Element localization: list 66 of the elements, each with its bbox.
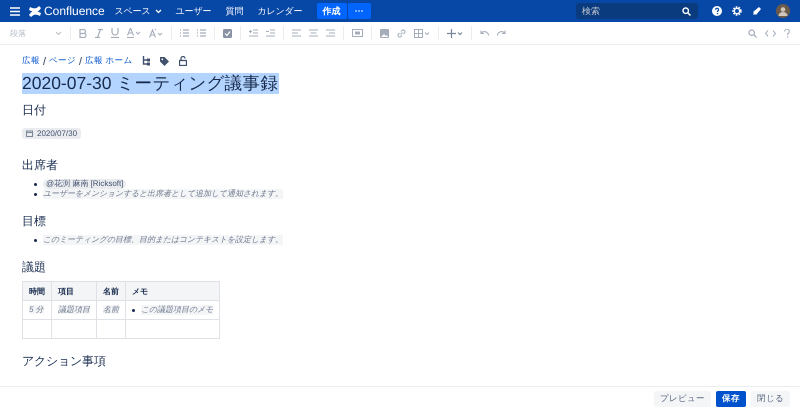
checkbox-icon[interactable]	[223, 28, 232, 38]
italic-icon[interactable]	[95, 28, 103, 38]
undo-icon[interactable]	[480, 30, 489, 36]
search-icon	[682, 6, 691, 16]
align-center-icon[interactable]	[309, 29, 318, 37]
avatar-icon[interactable]	[776, 4, 790, 18]
outdent-icon[interactable]	[249, 29, 258, 37]
link-icon[interactable]	[397, 28, 406, 38]
search-field[interactable]: 検索	[576, 3, 698, 19]
numbered-list-icon[interactable]	[197, 29, 206, 37]
clear-format-icon[interactable]	[149, 28, 163, 38]
text-color-icon[interactable]	[127, 28, 141, 38]
bold-icon[interactable]	[79, 28, 87, 38]
align-right-icon[interactable]	[326, 29, 335, 37]
section-heading: アクション事項	[22, 353, 107, 369]
indent-icon[interactable]	[266, 29, 275, 37]
product-name[interactable]: Confluence	[44, 4, 105, 18]
chevron-icon	[55, 30, 62, 36]
section-heading: 出席者	[22, 157, 59, 173]
table-icon[interactable]	[414, 28, 430, 38]
table-cell: この議題項目のメモ	[141, 305, 213, 315]
footer-button[interactable]: 閉じる	[751, 391, 790, 407]
nav-link[interactable]: 質問	[226, 4, 244, 18]
calendar-icon	[26, 130, 33, 137]
underline-icon[interactable]	[111, 28, 119, 38]
column-header: 項目	[52, 282, 96, 300]
tag-icon[interactable]	[160, 56, 170, 66]
align-left-icon[interactable]	[292, 29, 301, 37]
mention-chip[interactable]: @花渕 麻南 [Ricksoft]	[43, 179, 126, 189]
column-header: 時間	[22, 282, 52, 300]
logo-icon[interactable]	[29, 6, 41, 16]
nav-link[interactable]: ユーザー	[176, 4, 212, 18]
breadcrumb-link[interactable]: 広報	[22, 55, 40, 67]
nav-link[interactable]: スペース	[114, 4, 162, 18]
section-heading: 日付	[22, 102, 47, 118]
section-heading: 議題	[22, 259, 47, 275]
section-heading: 目標	[22, 213, 47, 229]
table-cell: 名前	[103, 305, 119, 314]
chevron-icon	[154, 8, 162, 14]
breadcrumb-link[interactable]: ページ	[49, 55, 76, 67]
page-title[interactable]: 2020-07-30 ミーティング議事録	[22, 73, 280, 94]
redo-icon[interactable]	[497, 30, 506, 36]
image-icon[interactable]	[380, 28, 389, 38]
menu-icon[interactable]	[10, 6, 20, 16]
plus-icon[interactable]	[447, 28, 463, 38]
table-cell: 議題項目	[58, 305, 90, 314]
search-icon[interactable]	[748, 28, 757, 38]
settings-icon[interactable]	[732, 6, 742, 16]
footer-button[interactable]: 保存	[716, 391, 746, 407]
breadcrumb-link[interactable]: 広報 ホーム	[85, 55, 132, 67]
date-chip[interactable]: 2020/07/30	[22, 128, 82, 139]
column-header: 名前	[96, 282, 126, 300]
footer-button[interactable]: プレビュー	[654, 391, 711, 407]
layout-icon[interactable]	[352, 29, 363, 37]
placeholder-text: このミーティングの目標、目的またはコンテキストを設定します。	[43, 235, 283, 245]
help-icon[interactable]	[712, 6, 722, 16]
bullet-list-icon[interactable]	[180, 29, 189, 37]
hierarchy-icon[interactable]	[142, 56, 150, 66]
nav-link[interactable]: カレンダー	[258, 4, 303, 18]
placeholder-text: ユーザーをメンションすると出席者として追加して通知されます。	[43, 189, 283, 199]
code-icon[interactable]	[765, 30, 776, 36]
unlock-icon[interactable]	[179, 56, 188, 66]
table-cell: 5 分	[29, 305, 44, 314]
column-header: メモ	[126, 282, 220, 300]
create-button[interactable]: 作成	[316, 3, 347, 19]
more-button[interactable]: ···	[348, 3, 371, 19]
